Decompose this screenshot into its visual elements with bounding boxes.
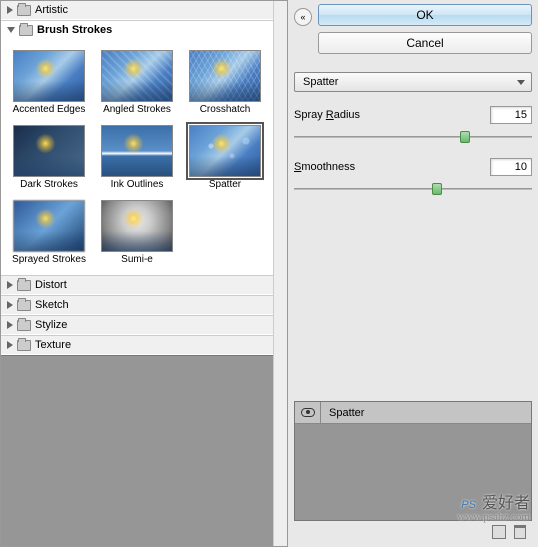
filter-item[interactable]: Sprayed Strokes [9, 198, 89, 267]
category-label: Stylize [35, 319, 67, 331]
category-brush-strokes[interactable]: Brush Strokes [1, 20, 273, 40]
expand-icon [7, 281, 13, 289]
filter-item[interactable]: Spatter [185, 123, 265, 192]
category-label: Sketch [35, 299, 69, 311]
filter-thumbnail [13, 125, 85, 177]
ok-button[interactable]: OK [318, 4, 532, 26]
filter-thumbnail [13, 200, 85, 252]
param-smoothness: Smoothness [294, 158, 532, 176]
visibility-toggle[interactable] [295, 402, 321, 423]
filter-label: Ink Outlines [111, 179, 164, 190]
filter-label: Dark Strokes [20, 179, 78, 190]
settings-panel: « OK Cancel Spatter Spray Radius Smoothn… [288, 0, 538, 547]
expand-icon [7, 6, 13, 14]
dropdown-selected: Spatter [303, 76, 338, 88]
eye-icon [301, 408, 315, 417]
folder-icon [17, 300, 31, 311]
smoothness-slider[interactable] [294, 182, 532, 196]
spray-radius-input[interactable] [490, 106, 532, 124]
filter-label: Crosshatch [200, 104, 251, 115]
slider-thumb[interactable] [432, 183, 442, 195]
param-spray-radius: Spray Radius [294, 106, 532, 124]
filter-thumbnail [101, 200, 173, 252]
layer-footer [294, 521, 532, 543]
scrollbar[interactable] [273, 1, 287, 546]
filter-item[interactable]: Angled Strokes [97, 48, 177, 117]
filter-item[interactable]: Sumi-e [97, 198, 177, 267]
folder-icon [17, 320, 31, 331]
param-label: Spray Radius [294, 109, 482, 121]
spray-radius-slider[interactable] [294, 130, 532, 144]
delete-effect-layer-button[interactable] [514, 525, 526, 539]
folder-icon [17, 5, 31, 16]
category-label: Artistic [35, 4, 68, 16]
param-label: Smoothness [294, 161, 482, 173]
folder-icon [19, 25, 33, 36]
folder-icon [17, 340, 31, 351]
filter-label: Spatter [209, 179, 241, 190]
filter-item[interactable]: Dark Strokes [9, 123, 89, 192]
cancel-button[interactable]: Cancel [318, 32, 532, 54]
folder-icon [17, 280, 31, 291]
collapse-icon [7, 27, 15, 33]
filter-dropdown[interactable]: Spatter [294, 72, 532, 92]
expand-icon [7, 341, 13, 349]
layer-name: Spatter [321, 407, 372, 419]
slider-thumb[interactable] [460, 131, 470, 143]
filter-thumbnail [101, 125, 173, 177]
effect-layer-row[interactable]: Spatter [295, 402, 531, 424]
expand-icon [7, 321, 13, 329]
filter-label: Sumi-e [121, 254, 153, 265]
filter-label: Sprayed Strokes [12, 254, 86, 265]
smoothness-input[interactable] [490, 158, 532, 176]
expand-icon [7, 301, 13, 309]
filter-thumbnail [13, 50, 85, 102]
filter-grid: Accented Edges Angled Strokes Crosshatch Da… [1, 40, 273, 275]
filter-label: Angled Strokes [103, 104, 171, 115]
empty-area [1, 355, 273, 546]
category-label: Distort [35, 279, 67, 291]
new-effect-layer-button[interactable] [492, 525, 506, 539]
filter-item[interactable]: Crosshatch [185, 48, 265, 117]
category-sketch[interactable]: Sketch [1, 295, 273, 315]
category-artistic[interactable]: Artistic [1, 1, 273, 20]
category-distort[interactable]: Distort [1, 275, 273, 295]
filter-gallery-panel: Artistic Brush Strokes Accented Edges Ang… [0, 0, 288, 547]
filter-thumbnail [189, 125, 261, 177]
category-label: Texture [35, 339, 71, 351]
category-texture[interactable]: Texture [1, 335, 273, 355]
filter-thumbnail [101, 50, 173, 102]
filter-item[interactable]: Ink Outlines [97, 123, 177, 192]
effect-layers-panel: Spatter [294, 401, 532, 521]
filter-item[interactable]: Accented Edges [9, 48, 89, 117]
category-stylize[interactable]: Stylize [1, 315, 273, 335]
collapse-panel-button[interactable]: « [294, 8, 312, 26]
category-label: Brush Strokes [37, 24, 112, 36]
filter-thumbnail [189, 50, 261, 102]
filter-label: Accented Edges [13, 104, 86, 115]
